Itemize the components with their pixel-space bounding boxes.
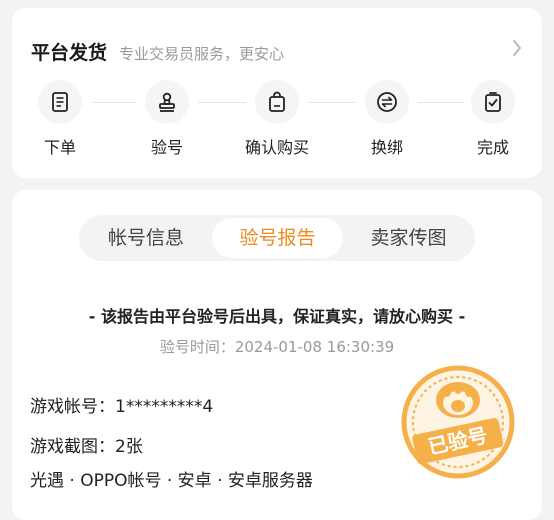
paw-icon xyxy=(436,382,480,418)
order-document-icon xyxy=(52,92,68,112)
tab-bar: 帐号信息 验号报告 卖家传图 xyxy=(79,215,475,261)
platform-title: 平台发货 xyxy=(31,42,108,64)
stamp-icon xyxy=(159,92,175,112)
verify-time: 验号时间：2024-01-08 16:30:39 xyxy=(12,336,542,357)
step-order: 下单 xyxy=(15,80,105,158)
process-steps: 下单 验号 确认购买 换绑 完成 xyxy=(12,80,542,170)
tab-seller-images[interactable]: 卖家传图 xyxy=(343,218,474,258)
verify-time-value: 2024-01-08 16:30:39 xyxy=(234,338,395,356)
exchange-icon xyxy=(377,92,397,112)
account-tags: 光遇 · OPPO帐号 · 安卓 · 安卓服务器 xyxy=(30,471,313,491)
chevron-right-icon[interactable] xyxy=(512,39,522,57)
step-complete: 完成 xyxy=(448,80,538,158)
platform-shipping-card: 平台发货 专业交易员服务，更安心 下单 验号 确认购买 换绑 完成 xyxy=(12,8,542,178)
shopping-bag-icon xyxy=(269,91,285,112)
step-verify: 验号 xyxy=(122,80,212,158)
step-label: 换绑 xyxy=(370,138,403,157)
report-title: - 该报告由平台验号后出具，保证真实，请放心购买 - xyxy=(88,307,466,326)
platform-header[interactable]: 平台发货 专业交易员服务，更安心 xyxy=(31,38,284,65)
verify-time-label: 验号时间： xyxy=(159,338,235,356)
tab-account-info[interactable]: 帐号信息 xyxy=(79,218,213,258)
step-label: 完成 xyxy=(476,138,509,157)
step-label: 下单 xyxy=(43,138,76,157)
checked-box-icon xyxy=(485,92,501,112)
game-screenshots: 游戏截图：2张 xyxy=(30,437,143,457)
platform-subtitle: 专业交易员服务，更安心 xyxy=(119,45,285,63)
game-account: 游戏帐号：1*********4 xyxy=(30,397,214,417)
step-confirm-purchase: 确认购买 xyxy=(232,80,322,158)
tab-verify-report[interactable]: 验号报告 xyxy=(212,218,343,258)
detail-card: 帐号信息 验号报告 卖家传图 - 该报告由平台验号后出具，保证真实，请放心购买 … xyxy=(12,190,542,520)
verified-stamp: 已验号 xyxy=(401,365,515,479)
step-label: 验号 xyxy=(150,138,183,157)
step-label: 确认购买 xyxy=(244,138,309,157)
step-rebind: 换绑 xyxy=(342,80,432,158)
